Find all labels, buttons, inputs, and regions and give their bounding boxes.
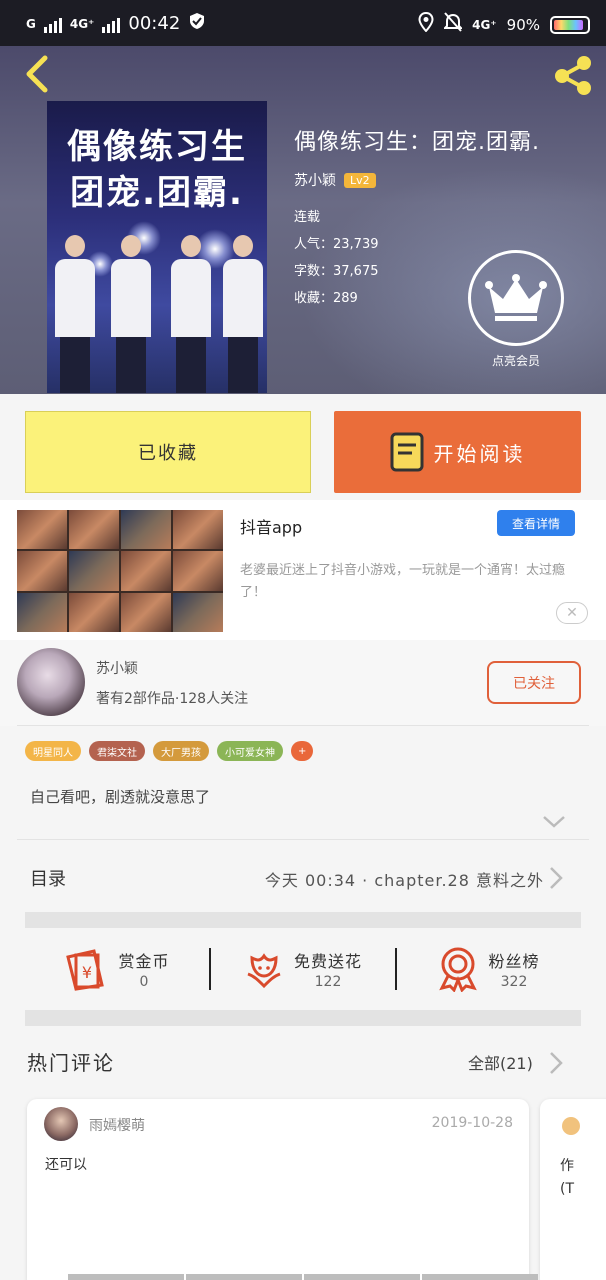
section-separator	[25, 1010, 581, 1026]
vpn-shield-icon	[188, 12, 206, 35]
author-section: 苏小颖 著有2部作品·128人关注 已关注	[0, 640, 606, 726]
chevron-right-icon	[548, 865, 564, 895]
carousel-indicator	[68, 1274, 538, 1280]
follow-button[interactable]: 已关注	[487, 661, 581, 704]
clock: 00:42	[128, 13, 181, 34]
cover-figure	[171, 235, 211, 393]
send-flower-button[interactable]: 免费送花 122	[211, 948, 395, 990]
serial-status: 连载	[294, 210, 321, 225]
ad-close-button[interactable]: ✕	[556, 602, 588, 624]
collected-button[interactable]: 已收藏	[25, 411, 311, 493]
share-icon	[555, 56, 591, 95]
back-button[interactable]	[16, 54, 56, 94]
comment-card[interactable]: 雨嫣樱萌 2019-10-28 还可以	[27, 1099, 529, 1280]
ad-banner[interactable]: 抖音app 查看详情 老婆最近迷上了抖音小游戏，一玩就是一个通宵！太过瘾了！ ✕	[0, 500, 606, 640]
favorites-count: 收藏：289	[294, 291, 358, 306]
book-summary: 自己看吧，剧透就没意思了	[30, 788, 211, 806]
mute-bell-icon	[442, 12, 464, 37]
medal-icon	[439, 947, 478, 992]
divider	[17, 839, 589, 840]
tag-more-button[interactable]: +	[291, 741, 314, 761]
cover-figure	[223, 235, 263, 393]
status-bar: G 4G⁺ 00:42 4G⁺ 90%	[0, 0, 606, 46]
start-reading-button[interactable]: 开始阅读	[334, 411, 581, 493]
ad-thumbnail[interactable]	[17, 510, 223, 632]
flower-icon	[247, 953, 281, 989]
crown-icon	[485, 274, 547, 321]
tag-item[interactable]: 小可爱女神	[217, 741, 283, 761]
rewards-bar: ¥ 赏金币 0 免费送花 122 粉丝榜 322	[25, 930, 581, 1008]
signal-icon-2	[102, 15, 121, 33]
chevron-right-icon[interactable]	[548, 1050, 564, 1080]
send-flower-label: 免费送花	[293, 952, 362, 971]
start-reading-label: 开始阅读	[433, 441, 526, 466]
vip-label: 点亮会员	[491, 354, 540, 368]
send-flower-value: 122	[314, 974, 342, 990]
author-section-name[interactable]: 苏小颖	[96, 658, 138, 678]
share-button[interactable]	[550, 52, 596, 98]
ad-description: 老婆最近迷上了抖音小游戏，一玩就是一个通宵！太过瘾了！	[240, 563, 566, 600]
commenter-avatar[interactable]	[44, 1107, 78, 1141]
mobile-data-label: 4G⁺	[472, 17, 497, 32]
cover-title-line2: 团宠.团霸.	[70, 173, 244, 213]
expand-summary-button[interactable]	[542, 814, 566, 833]
fan-ranking-button[interactable]: 粉丝榜 322	[397, 946, 581, 992]
location-icon	[418, 11, 434, 37]
cover-title-line1: 偶像练习生	[67, 127, 247, 167]
book-title: 偶像练习生：团宠.团霸.	[294, 130, 540, 155]
book-cover[interactable]: 偶像练习生 团宠.团霸.	[47, 101, 267, 393]
author-name[interactable]: 苏小颖	[294, 170, 336, 190]
fan-ranking-value: 322	[500, 974, 528, 990]
comment-text: 作	[560, 1158, 574, 1174]
commenter-name[interactable]: 雨嫣樱萌	[89, 1115, 145, 1135]
svg-text:¥: ¥	[82, 963, 92, 982]
network-label: G	[26, 16, 36, 31]
signal-icon	[43, 15, 62, 33]
tag-list: 明星同人 君柒文社 大厂男孩 小可爱女神 +	[25, 741, 314, 761]
divider	[17, 725, 589, 726]
author-stats: 著有2部作品·128人关注	[96, 691, 249, 707]
author-row: 苏小颖 Lv2	[294, 170, 376, 190]
reward-coin-button[interactable]: ¥ 赏金币 0	[25, 947, 209, 991]
cover-figure	[111, 235, 151, 393]
cover-figure	[55, 235, 95, 393]
tag-item[interactable]: 明星同人	[25, 741, 81, 761]
battery-percent: 90%	[506, 15, 540, 34]
book-icon	[390, 432, 423, 472]
network-type: 4G⁺	[69, 16, 95, 31]
popularity: 人气：23,739	[294, 237, 379, 252]
comment-date: 2019-10-28	[431, 1115, 513, 1131]
book-header: 偶像练习生 团宠.团霸. 偶像练习生：团宠.团霸. 苏小颖 Lv2 连载 人气：…	[0, 46, 606, 394]
vip-button[interactable]	[468, 250, 564, 346]
ad-app-name: 抖音app	[240, 518, 303, 537]
back-arrow-icon	[26, 55, 48, 93]
section-separator	[25, 912, 581, 928]
comment-text: (T	[560, 1181, 575, 1197]
reward-coin-label: 赏金币	[118, 952, 170, 971]
hot-comments-title: 热门评论	[27, 1051, 115, 1075]
coin-envelope-icon: ¥	[66, 949, 105, 991]
tag-item[interactable]: 大厂男孩	[153, 741, 209, 761]
chevron-down-icon	[543, 816, 565, 828]
battery-icon	[550, 15, 590, 34]
author-avatar[interactable]	[17, 648, 85, 716]
tag-item[interactable]: 君柒文社	[89, 741, 145, 761]
catalog-label: 目录	[30, 869, 66, 890]
word-count: 字数：37,675	[294, 264, 379, 279]
latest-chapter: 今天 00:34 · chapter.28 意料之外	[264, 871, 544, 890]
all-comments-link[interactable]: 全部(21)	[468, 1050, 533, 1074]
reward-coin-value: 0	[139, 974, 149, 990]
catalog-row[interactable]: 目录 今天 00:34 · chapter.28 意料之外	[0, 845, 606, 909]
ad-detail-button[interactable]: 查看详情	[497, 510, 575, 536]
level-badge: Lv2	[344, 172, 376, 188]
comment-card[interactable]: 作 (T	[540, 1099, 606, 1280]
commenter-avatar	[562, 1117, 580, 1135]
fan-ranking-label: 粉丝榜	[488, 952, 540, 971]
comment-text: 还可以	[45, 1157, 87, 1173]
